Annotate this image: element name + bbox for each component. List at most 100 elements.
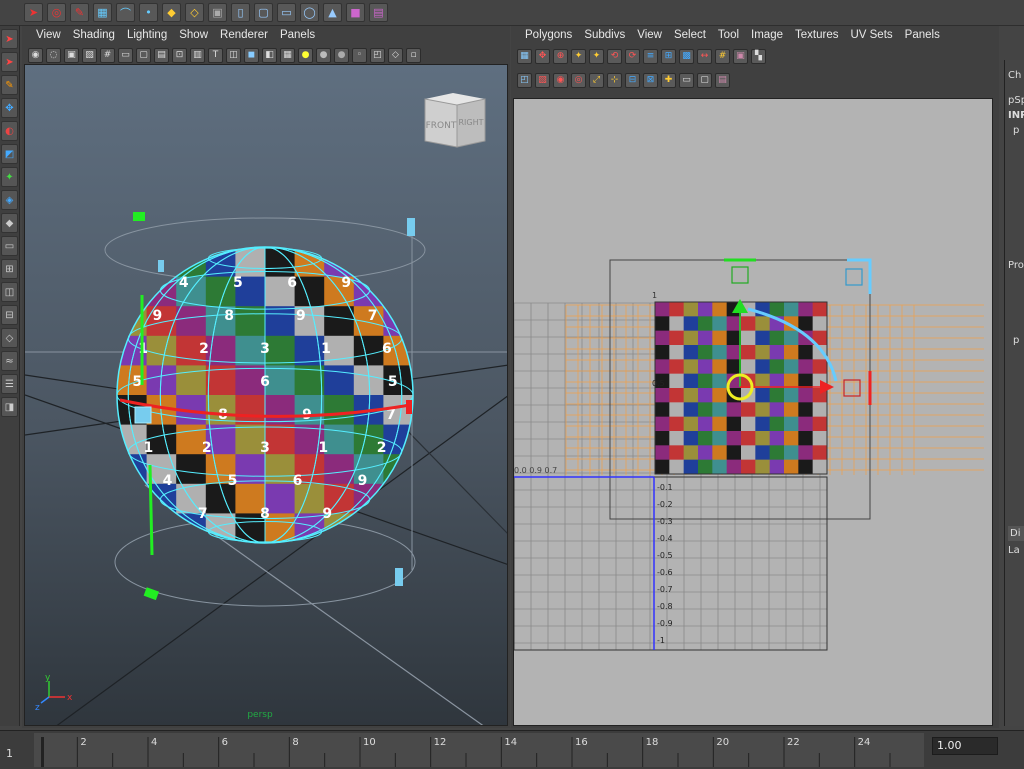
- shape-label-2[interactable]: p: [1013, 335, 1024, 346]
- layout-hypershade-icon[interactable]: ◨: [1, 397, 18, 417]
- wire-on-shaded-icon[interactable]: ◧: [262, 47, 277, 63]
- torus-icon[interactable]: ◯: [300, 3, 319, 22]
- z-top-handle[interactable]: [407, 218, 415, 236]
- gate-mask-icon[interactable]: ▤: [154, 47, 169, 63]
- uv-flip-u-icon[interactable]: ✦: [571, 48, 586, 64]
- soft-mod-icon[interactable]: ◈: [1, 190, 18, 210]
- paint-tool-icon[interactable]: ✎: [1, 75, 18, 95]
- menu-view[interactable]: View: [30, 29, 67, 41]
- uv-select-shell-icon[interactable]: ▧: [535, 72, 550, 88]
- menu-lighting[interactable]: Lighting: [121, 29, 173, 41]
- menu-panels[interactable]: Panels: [274, 29, 321, 41]
- layout-graph-icon[interactable]: ≈: [1, 351, 18, 371]
- safe-action-icon[interactable]: ▥: [190, 47, 205, 63]
- uv-unfold-icon[interactable]: ⊞: [661, 48, 676, 64]
- field-chart-icon[interactable]: ⊡: [172, 47, 187, 63]
- layout-outliner-icon[interactable]: ☰: [1, 374, 18, 394]
- move-tool-icon[interactable]: ✥: [1, 98, 18, 118]
- uv-texture-toggle-icon[interactable]: ▣: [733, 48, 748, 64]
- attribute-icon[interactable]: ■: [346, 3, 365, 22]
- z-bottom-handle[interactable]: [395, 568, 403, 586]
- uv-v-scale-box[interactable]: [731, 266, 749, 284]
- menu-select[interactable]: Select: [668, 29, 712, 41]
- scale-tool-icon[interactable]: ◩: [1, 144, 18, 164]
- uv-dim-icon[interactable]: ▭: [679, 72, 694, 88]
- textured-icon[interactable]: ▦: [280, 47, 295, 63]
- menu-uv-view[interactable]: View: [631, 29, 668, 41]
- uv-snap-icon[interactable]: ↔: [697, 48, 712, 64]
- x-scale-handle[interactable]: [406, 400, 412, 414]
- shadows-icon[interactable]: ●: [316, 47, 331, 63]
- xray-icon[interactable]: ◇: [388, 47, 403, 63]
- menu-shading[interactable]: Shading: [67, 29, 121, 41]
- center-pivot[interactable]: [134, 406, 152, 424]
- channel-box-header[interactable]: Ch: [1008, 70, 1024, 81]
- layout-single-icon[interactable]: ▭: [1, 236, 18, 256]
- tool-settings-icon[interactable]: ▤: [369, 3, 388, 22]
- snap-grid-icon[interactable]: ▦: [93, 3, 112, 22]
- current-frame-marker[interactable]: [41, 737, 44, 767]
- xray-joints-icon[interactable]: ▫: [406, 47, 421, 63]
- shape-label[interactable]: p: [1013, 125, 1024, 136]
- uv-sew-icon[interactable]: ✥: [535, 48, 550, 64]
- uv-lattice-icon[interactable]: ◎: [571, 72, 586, 88]
- last-tool-icon[interactable]: ◆: [1, 213, 18, 233]
- resolution-gate-icon[interactable]: ▢: [136, 47, 151, 63]
- select-arrow-icon[interactable]: ➤: [1, 29, 18, 49]
- y-top-handle[interactable]: [133, 212, 145, 221]
- grid-toggle-icon[interactable]: #: [100, 47, 115, 63]
- menu-textures[interactable]: Textures: [789, 29, 844, 41]
- menu-image[interactable]: Image: [745, 29, 789, 41]
- uv-unwrap-icon[interactable]: ✚: [661, 72, 676, 88]
- uv-stack-icon[interactable]: ⊠: [643, 72, 658, 88]
- layout-stack-icon[interactable]: ⊟: [1, 305, 18, 325]
- layout-side-icon[interactable]: ◫: [1, 282, 18, 302]
- object-name[interactable]: pSp: [1008, 95, 1024, 106]
- snap-curve-icon[interactable]: ⌒: [116, 3, 135, 22]
- ipr-render-icon[interactable]: ◇: [185, 3, 204, 22]
- isolate-select-icon[interactable]: ◰: [370, 47, 385, 63]
- select-tool-icon[interactable]: ➤: [24, 3, 43, 22]
- z-left-handle[interactable]: [158, 260, 164, 272]
- bookmark-icon[interactable]: ▣: [64, 47, 79, 63]
- uv-smudge-icon[interactable]: ◉: [553, 72, 568, 88]
- lasso-tool-icon[interactable]: ➤: [1, 52, 18, 72]
- uv-rotate-icon[interactable]: ⟲: [607, 48, 622, 64]
- menu-subdivs[interactable]: Subdivs: [578, 29, 631, 41]
- uv-display-icon[interactable]: ▢: [697, 72, 712, 88]
- time-track[interactable]: 2 4 6 8 10 12 14 16 18 20 22 24: [34, 733, 924, 767]
- uv-uniform-scale-box[interactable]: [845, 268, 863, 286]
- layout-persp-icon[interactable]: ◇: [1, 328, 18, 348]
- image-plane-icon[interactable]: ▧: [82, 47, 97, 63]
- camera-lock-icon[interactable]: ◌: [46, 47, 61, 63]
- antialias-icon[interactable]: ◦: [352, 47, 367, 63]
- ambient-occlusion-icon[interactable]: ●: [334, 47, 349, 63]
- safe-title-icon[interactable]: T: [208, 47, 223, 63]
- menu-uv-sets[interactable]: UV Sets: [844, 29, 898, 41]
- menu-uv-panels[interactable]: Panels: [899, 29, 946, 41]
- camera-select-icon[interactable]: ◉: [28, 47, 43, 63]
- view-cube[interactable]: FRONT RIGHT: [424, 93, 486, 148]
- uv-grid-icon[interactable]: #: [715, 48, 730, 64]
- uv-straighten-icon[interactable]: ⤢: [589, 72, 604, 88]
- uv-align-icon[interactable]: ≡: [643, 48, 658, 64]
- uv-normalize-icon[interactable]: ⊹: [607, 72, 622, 88]
- uv-cut-icon[interactable]: ▦: [517, 48, 532, 64]
- perspective-viewport[interactable]: 45699897123165657897123124569789 FRONT R…: [24, 64, 508, 726]
- uv-shell-icon[interactable]: ◰: [517, 72, 532, 88]
- menu-show[interactable]: Show: [173, 29, 214, 41]
- film-gate-icon[interactable]: ▭: [118, 47, 133, 63]
- snap-point-icon[interactable]: •: [139, 3, 158, 22]
- rotate-tool-icon[interactable]: ◐: [1, 121, 18, 141]
- render-icon[interactable]: ◆: [162, 3, 181, 22]
- current-time-field[interactable]: 1.00: [932, 737, 998, 755]
- lasso-icon[interactable]: ◎: [47, 3, 66, 22]
- y-axis-handle-lower[interactable]: [148, 464, 154, 556]
- uv-checker-icon[interactable]: ▚: [751, 48, 766, 64]
- uv-u-scale-box[interactable]: [843, 379, 861, 397]
- uv-map-icon[interactable]: ⊟: [625, 72, 640, 88]
- plane-icon[interactable]: ▭: [277, 3, 296, 22]
- cone-icon[interactable]: ▲: [323, 3, 342, 22]
- uv-flip-v-icon[interactable]: ✦: [589, 48, 604, 64]
- uv-canvas[interactable]: 1 0.5 0.0 0.9 0.7 -0.1 -0.2 -0.3 -0.4 -0.5 -0…: [513, 98, 993, 726]
